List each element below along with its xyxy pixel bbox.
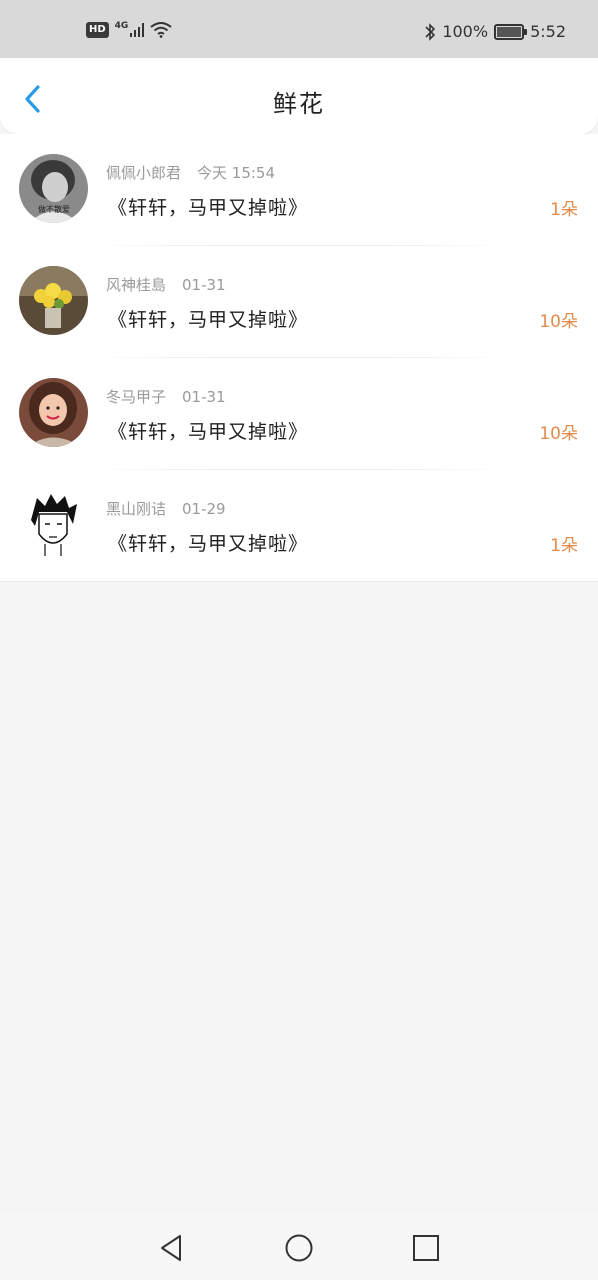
list-item[interactable]: 风神桂島 01-31 《轩轩，马甲又掉啦》 10朵: [0, 246, 598, 358]
triangle-back-icon: [161, 1235, 181, 1261]
sender-name: 佩佩小郎君: [106, 164, 182, 182]
flower-count: 1朵: [550, 536, 578, 556]
page-title: 鲜花: [273, 90, 325, 118]
avatar[interactable]: 做不散爱: [19, 154, 88, 223]
avatar[interactable]: [19, 490, 88, 559]
battery-percent: 100%: [442, 22, 489, 41]
signal-icon: [130, 23, 145, 37]
status-left: HD 4G: [86, 21, 172, 38]
sender-name: 风神桂島: [106, 276, 167, 294]
network-type: 4G: [114, 21, 129, 31]
status-bar: HD 4G 100% 5:52: [0, 0, 598, 58]
item-meta: 冬马甲子 01-31: [106, 386, 226, 407]
wifi-icon: [150, 22, 172, 38]
item-message: 《轩轩，马甲又掉啦》: [108, 197, 309, 219]
avatar[interactable]: [19, 266, 88, 335]
item-meta: 黑山刚诘 01-29: [106, 498, 226, 519]
flower-count: 10朵: [539, 312, 578, 332]
circle-home-icon: [285, 1234, 313, 1262]
item-message: 《轩轩，马甲又掉啦》: [108, 421, 309, 443]
list-item[interactable]: 黑山刚诘 01-29 《轩轩，马甲又掉啦》 1朵: [0, 470, 598, 582]
item-meta: 佩佩小郎君 今天 15:54: [106, 162, 275, 183]
list-item[interactable]: 做不散爱 佩佩小郎君 今天 15:54 《轩轩，马甲又掉啦》 1朵: [0, 134, 598, 246]
square-recents-icon: [413, 1235, 439, 1261]
status-time: 5:52: [530, 22, 566, 41]
sender-name: 冬马甲子: [106, 388, 167, 406]
send-time: 01-31: [182, 276, 226, 294]
nav-home-button[interactable]: [283, 1232, 315, 1264]
bluetooth-icon: [425, 22, 436, 41]
item-meta: 风神桂島 01-31: [106, 274, 226, 295]
divider: [0, 581, 598, 582]
hd-badge: HD: [86, 22, 109, 38]
system-nav-bar: [0, 1214, 598, 1280]
header: 鲜花: [0, 58, 598, 134]
list-item[interactable]: 冬马甲子 01-31 《轩轩，马甲又掉啦》 10朵: [0, 358, 598, 470]
flower-count: 10朵: [539, 424, 578, 444]
item-message: 《轩轩，马甲又掉啦》: [108, 309, 309, 331]
send-time: 01-31: [182, 388, 226, 406]
send-time: 今天 15:54: [197, 164, 276, 182]
sender-name: 黑山刚诘: [106, 500, 167, 518]
status-right: 100% 5:52: [424, 22, 566, 41]
item-message: 《轩轩，马甲又掉啦》: [108, 533, 309, 555]
nav-back-button[interactable]: [156, 1232, 188, 1264]
nav-recents-button[interactable]: [410, 1232, 442, 1264]
svg-text:做不散爱: 做不散爱: [38, 204, 70, 214]
battery-icon: [494, 23, 528, 40]
avatar[interactable]: [19, 378, 88, 447]
send-time: 01-29: [182, 500, 226, 518]
flower-list: 做不散爱 佩佩小郎君 今天 15:54 《轩轩，马甲又掉啦》 1朵 风神桂島 01-…: [0, 134, 598, 582]
flower-count: 1朵: [550, 200, 578, 220]
